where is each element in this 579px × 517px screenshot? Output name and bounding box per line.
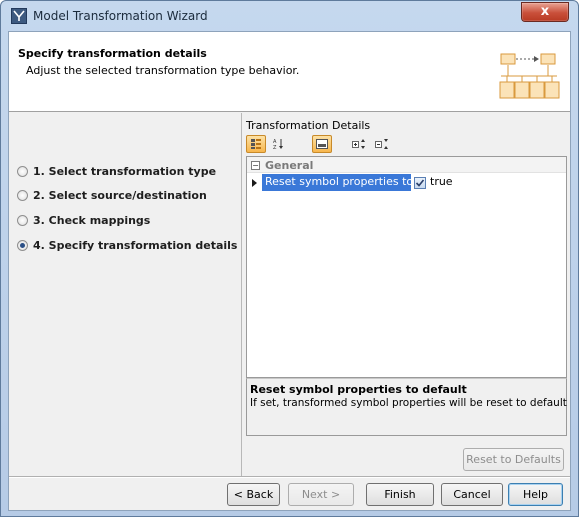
show-descriptions-button[interactable] bbox=[312, 135, 332, 153]
transformation-details-label: Transformation Details bbox=[246, 119, 371, 132]
property-row-reset-symbol[interactable]: Reset symbol properties to ... true bbox=[247, 174, 566, 191]
steps-panel: 1. Select transformation type 2. Select … bbox=[9, 113, 241, 476]
description-pane: Reset symbol properties to default If se… bbox=[246, 378, 567, 436]
step-select-transformation-type[interactable]: 1. Select transformation type bbox=[17, 162, 216, 180]
close-button[interactable]: x bbox=[521, 2, 569, 22]
collapse-all-icon bbox=[375, 139, 388, 149]
categorized-view-button[interactable] bbox=[246, 135, 266, 153]
step-check-mappings[interactable]: 3. Check mappings bbox=[17, 211, 150, 229]
expand-all-button[interactable] bbox=[349, 135, 369, 153]
header-subtitle: Adjust the selected transformation type … bbox=[26, 64, 300, 77]
step-specify-transformation-details[interactable]: 4. Specify transformation details bbox=[17, 236, 237, 254]
categorized-icon bbox=[251, 139, 261, 149]
step-label: 2. Select source/destination bbox=[33, 188, 207, 202]
sort-az-icon: A Z bbox=[273, 139, 283, 150]
details-toolbar: A Z bbox=[243, 133, 569, 155]
description-title: Reset symbol properties to default bbox=[250, 383, 467, 396]
transformation-diagram-icon bbox=[499, 53, 560, 99]
title-bar[interactable]: Model Transformation Wizard x bbox=[1, 1, 578, 31]
property-checkbox[interactable] bbox=[414, 177, 426, 189]
help-button[interactable]: Help bbox=[508, 483, 563, 506]
checkmark-icon bbox=[415, 179, 425, 187]
step-label: 1. Select transformation type bbox=[33, 164, 217, 178]
expand-arrow-icon[interactable] bbox=[252, 179, 257, 187]
property-name[interactable]: Reset symbol properties to ... bbox=[262, 174, 411, 191]
description-text: If set, transformed symbol properties wi… bbox=[250, 397, 567, 409]
group-header[interactable]: − General bbox=[247, 157, 566, 173]
expand-all-icon bbox=[352, 139, 365, 149]
window-title: Model Transformation Wizard bbox=[33, 9, 208, 23]
cancel-button[interactable]: Cancel bbox=[441, 483, 503, 506]
group-label: General bbox=[265, 159, 314, 172]
sort-alphabetical-button[interactable]: A Z bbox=[269, 135, 289, 153]
step-label: 3. Check mappings bbox=[33, 213, 151, 227]
step-label: 4. Specify transformation details bbox=[33, 238, 238, 252]
wizard-client-area: Specify transformation details Adjust th… bbox=[8, 31, 571, 511]
svg-text:Z: Z bbox=[273, 145, 277, 150]
app-icon bbox=[11, 8, 27, 24]
collapse-icon[interactable]: − bbox=[251, 161, 260, 170]
collapse-all-button[interactable] bbox=[372, 135, 392, 153]
next-button[interactable]: Next > bbox=[288, 483, 354, 506]
property-value: true bbox=[430, 175, 453, 188]
reset-to-defaults-button[interactable]: Reset to Defaults bbox=[463, 448, 564, 471]
step-select-source-destination[interactable]: 2. Select source/destination bbox=[17, 186, 207, 204]
finish-button[interactable]: Finish bbox=[366, 483, 434, 506]
details-panel: Transformation Details A Z − General Res… bbox=[241, 113, 570, 476]
step-2-radio bbox=[17, 189, 28, 201]
wizard-header: Specify transformation details Adjust th… bbox=[9, 32, 570, 112]
description-pane-icon bbox=[316, 139, 328, 149]
wizard-window: Model Transformation Wizard x Specify tr… bbox=[0, 0, 579, 517]
step-3-radio bbox=[17, 214, 28, 226]
header-title: Specify transformation details bbox=[18, 47, 207, 60]
footer-divider-highlight bbox=[9, 477, 570, 478]
step-1-radio bbox=[17, 165, 28, 177]
step-4-radio bbox=[17, 239, 28, 251]
group-row-general[interactable]: − General bbox=[251, 159, 313, 172]
properties-tree: − General Reset symbol properties to ...… bbox=[246, 156, 567, 378]
back-button[interactable]: < Back bbox=[227, 483, 280, 506]
